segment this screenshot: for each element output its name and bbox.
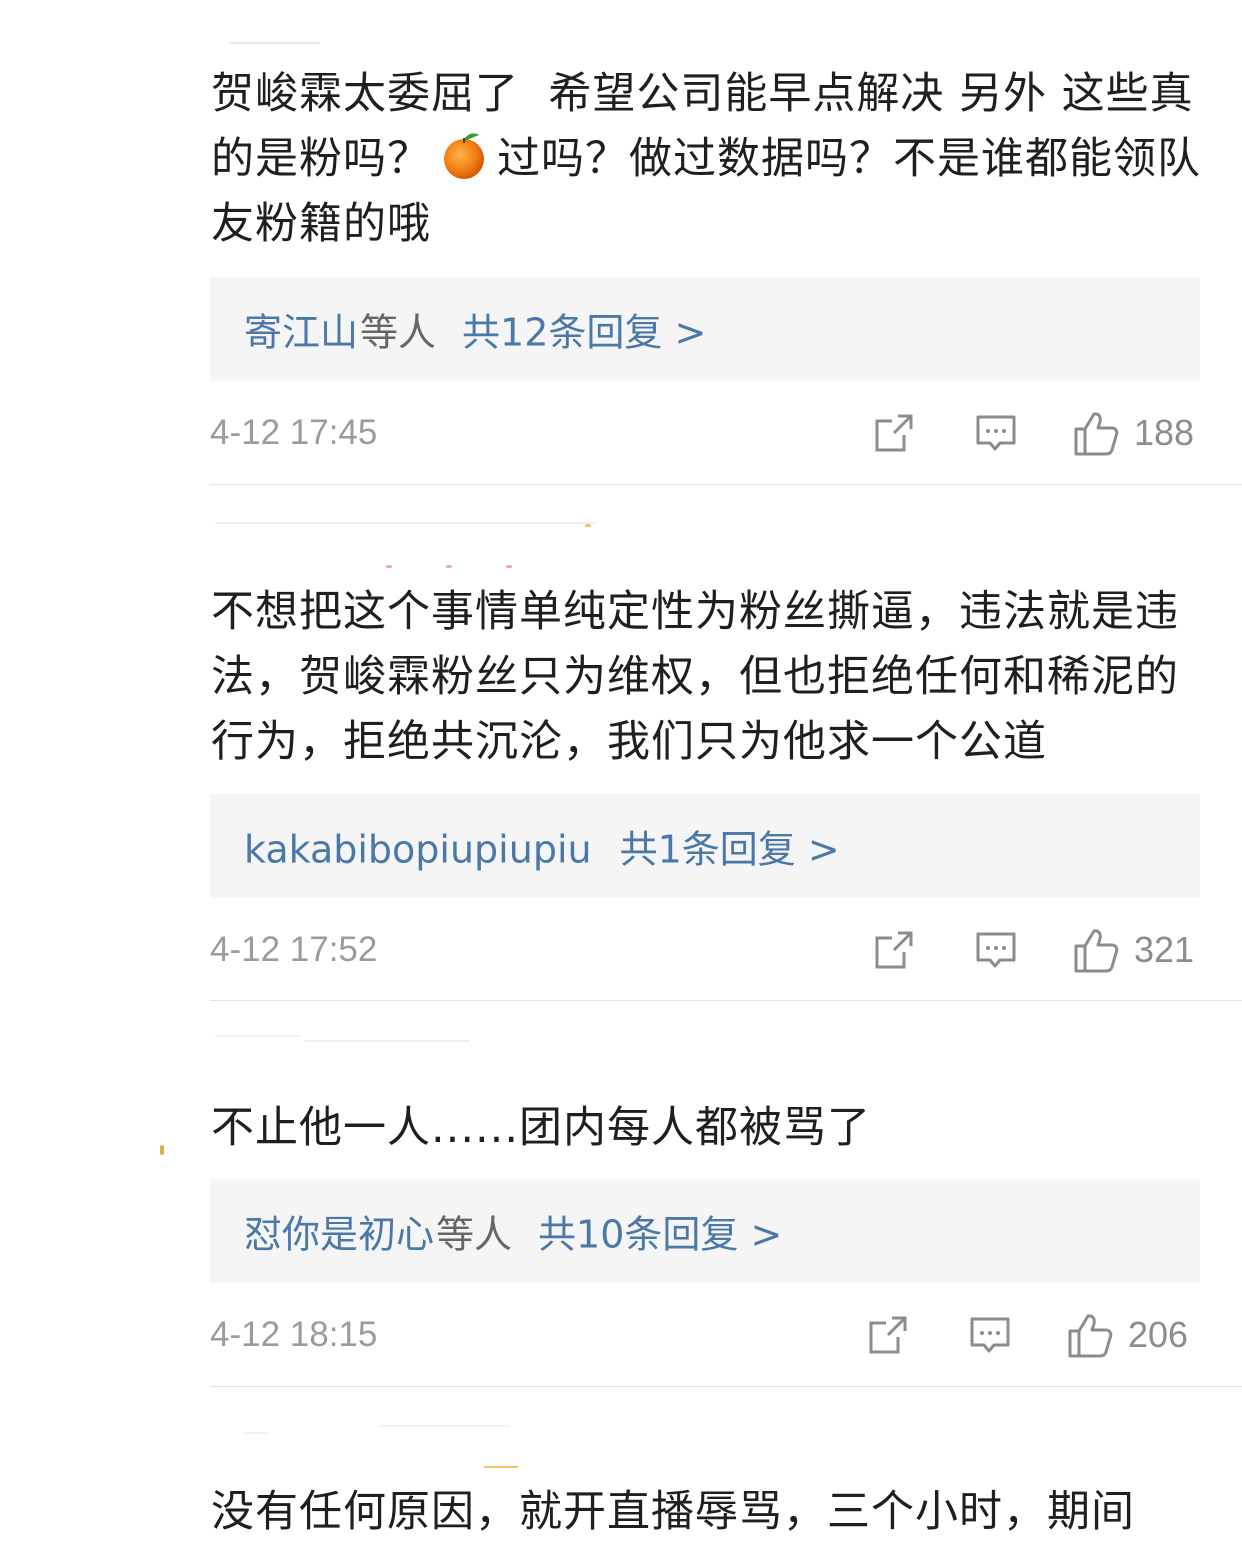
blurred-username	[243, 1432, 268, 1434]
view-replies-link[interactable]: 共10条回复 >	[538, 1213, 782, 1257]
blurred-badge-fragment	[446, 565, 452, 568]
like-count: 321	[1134, 929, 1195, 970]
like-count: 206	[1128, 1314, 1189, 1355]
comment-meta: 4-12 17:52 321	[210, 920, 1200, 980]
reply-summary: 寄江山等人 共12条回复 >	[244, 302, 706, 357]
reply-users-link[interactable]: kakabibopiupiupiu	[244, 828, 592, 872]
tangerine-emoji	[444, 133, 484, 179]
comment-meta: 4-12 18:15 206	[210, 1305, 1200, 1365]
comment-meta: 4-12 17:45 188	[210, 403, 1200, 463]
reply-summary-box[interactable]: kakabibopiupiupiu 共1条回复 >	[210, 794, 1200, 898]
reply-summary: kakabibopiupiupiu 共1条回复 >	[244, 819, 840, 874]
comment-time: 4-12 17:52	[210, 930, 378, 969]
reply-users-link[interactable]: 寄江山	[244, 311, 358, 355]
blurred-avatar-fragment	[585, 524, 591, 527]
comment-text: 没有任何原因，就开直播辱骂，三个小时，期间	[211, 1487, 1135, 1537]
reply-summary-box[interactable]: 怼你是初心等人 共10条回复 >	[210, 1179, 1200, 1283]
comment-icon[interactable]	[974, 411, 1018, 455]
comment-icon[interactable]	[968, 1313, 1012, 1357]
comment-icon[interactable]	[974, 928, 1018, 972]
reply-summary: 怼你是初心等人 共10条回复 >	[244, 1204, 782, 1259]
blurred-badge-fragment	[506, 565, 512, 568]
thumbs-up-icon	[1074, 929, 1119, 973]
like-button[interactable]: 321	[1072, 925, 1194, 975]
blurred-username	[230, 42, 320, 44]
like-count: 188	[1134, 412, 1195, 453]
comment-text: 不止他一人......团内每人都被骂了	[211, 1103, 872, 1153]
share-icon[interactable]	[866, 1313, 910, 1357]
blurred-username	[305, 1040, 470, 1042]
blurred-username	[215, 522, 595, 524]
blurred-username	[380, 1425, 510, 1427]
view-replies-link[interactable]: 共12条回复 >	[462, 311, 706, 355]
share-icon[interactable]	[872, 411, 916, 455]
reply-etc-label: 等人	[436, 1212, 513, 1257]
comment-time: 4-12 17:45	[210, 413, 378, 452]
thumbs-up-icon	[1068, 1314, 1113, 1358]
reply-etc-label: 等人	[360, 310, 437, 355]
like-button[interactable]: 206	[1066, 1310, 1188, 1360]
share-icon[interactable]	[872, 928, 916, 972]
blurred-badge-fragment	[386, 565, 392, 568]
comment-text: 贺峻霖太委屈了 希望公司能早点解决 另外 这些真的是粉吗？ 过吗？做过数据吗？不是…	[211, 69, 1201, 249]
comment-divider	[210, 1386, 1242, 1387]
comment-divider	[210, 484, 1242, 485]
reply-users-link[interactable]: 怼你是初心	[244, 1213, 434, 1257]
comment-divider	[210, 1000, 1242, 1001]
comment-text: 不想把这个事情单纯定性为粉丝撕逼，违法就是违法，贺峻霖粉丝只为维权，但也拒绝任何…	[211, 587, 1179, 767]
thumbs-up-icon	[1074, 412, 1119, 456]
comment-time: 4-12 18:15	[210, 1315, 378, 1354]
blurred-avatar-fragment	[160, 1145, 164, 1155]
blurred-username	[215, 1035, 300, 1037]
blurred-badge-fragment	[484, 1466, 518, 1468]
view-replies-link[interactable]: 共1条回复 >	[620, 828, 840, 872]
reply-summary-box[interactable]: 寄江山等人 共12条回复 >	[210, 277, 1200, 381]
like-button[interactable]: 188	[1072, 408, 1194, 458]
